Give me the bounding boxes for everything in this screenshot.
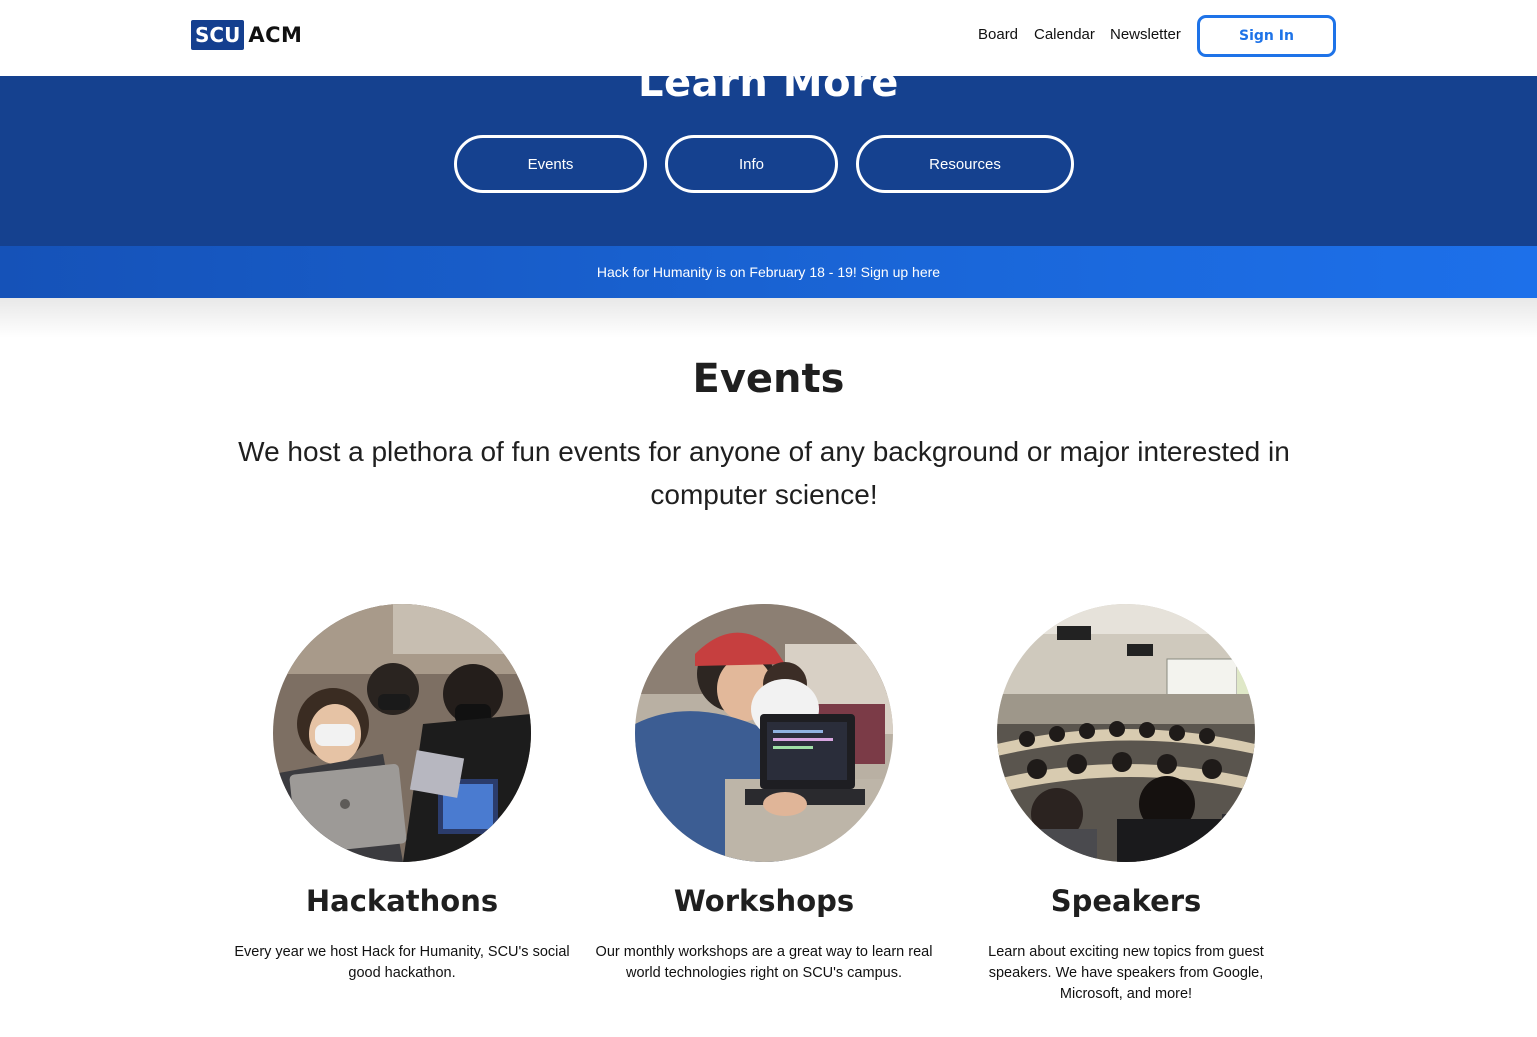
nav-link-calendar[interactable]: Calendar (1034, 26, 1095, 43)
hackathon-photo (273, 604, 531, 862)
speakers-photo-image (997, 604, 1255, 862)
card-title: Hackathons (305, 884, 499, 918)
logo-acm: ACM (248, 23, 303, 47)
card-title: Workshops (673, 884, 855, 918)
hero-title: Learn More (638, 76, 899, 106)
nav-link-newsletter[interactable]: Newsletter (1110, 26, 1181, 43)
banner-text[interactable]: Hack for Humanity is on February 18 - 19… (597, 264, 940, 280)
card-title: Speakers (1050, 884, 1202, 918)
info-button[interactable]: Info (665, 135, 838, 193)
workshop-photo-image (635, 604, 893, 862)
card-description: Our monthly workshops are a great way to… (595, 944, 933, 981)
speakers-photo (997, 604, 1255, 862)
workshop-photo (635, 604, 893, 862)
events-button[interactable]: Events (454, 135, 647, 193)
learn-more-hero: Learn More Events Info Resources (0, 76, 1537, 246)
events-heading: Events (692, 356, 845, 402)
banner-shadow (0, 298, 1537, 338)
hackathon-photo-image (273, 604, 531, 862)
events-description: We host a plethora of fun events for any… (238, 436, 1290, 510)
top-navbar: SCU ACM Board Calendar Newsletter Sign I… (0, 0, 1537, 76)
sign-in-button[interactable]: Sign In (1197, 15, 1336, 57)
resources-button[interactable]: Resources (856, 135, 1074, 193)
announcement-banner[interactable]: Hack for Humanity is on February 18 - 19… (0, 246, 1537, 298)
logo-scu: SCU (191, 20, 245, 50)
card-description: Learn about exciting new topics from gue… (988, 944, 1264, 1002)
scu-acm-logo[interactable]: SCU ACM (191, 20, 302, 50)
card-description: Every year we host Hack for Humanity, SC… (234, 944, 570, 981)
nav-link-board[interactable]: Board (978, 26, 1018, 43)
